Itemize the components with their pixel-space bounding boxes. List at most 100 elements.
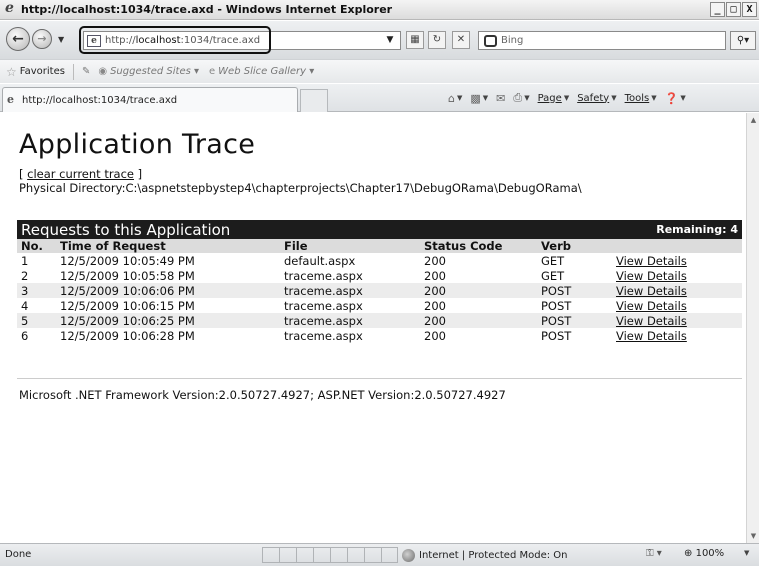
page-title: Application Trace [19,129,256,160]
cell-no: 4 [21,298,29,313]
favorites-bar: ☆ Favorites ✎ ◉ Suggested Sites ▾ e Web Sl… [0,59,759,83]
favorites-item-web-slice-gallery[interactable]: e Web Slice Gallery ▾ [209,66,314,77]
help-icon: ❓ [664,91,679,105]
framework-version: Microsoft .NET Framework Version:2.0.507… [19,388,506,402]
minimize-button[interactable]: _ [710,2,725,17]
remaining-count: Remaining: 4 [656,223,738,236]
tab-trace[interactable]: e http://localhost:1034/trace.axd [2,87,298,112]
cell-verb: POST [537,313,612,328]
address-dropdown-button[interactable]: ▼ [383,32,397,48]
security-zone[interactable]: Internet | Protected Mode: On [402,547,567,563]
print-button[interactable]: ⎙ ▼ [513,91,529,105]
cell-time: 12/5/2009 10:05:49 PM [60,253,195,268]
clear-current-trace-link[interactable]: clear current trace [27,167,134,181]
status-bar: Done Internet | Protected Mode: On ⚿ ▾ ⊕… [0,543,759,566]
view-details-link[interactable]: View Details [616,314,687,328]
cell-time: 12/5/2009 10:06:25 PM [56,313,280,328]
maximize-button[interactable]: □ [726,2,741,17]
cell-file: traceme.aspx [284,268,363,283]
view-details-link[interactable]: View Details [616,284,687,298]
zoom-level[interactable]: ⊕ 100% [684,548,724,559]
status-pane [313,547,330,563]
status-pane [296,547,313,563]
view-details-link[interactable]: View Details [616,269,687,283]
cell-status: 200 [424,328,446,343]
address-highlight-box [79,26,271,54]
requests-table: No. Time of Request File Status Code Ver… [17,239,742,343]
title-bar: e http://localhost:1034/trace.axd - Wind… [0,0,759,20]
cell-verb: POST [537,283,612,298]
command-bar: ⌂ ▼ ▩ ▼ ✉ ⎙ ▼ Page ▼ Safety ▼ Tools ▼ ❓ ▼ [448,91,686,105]
status-pane [364,547,381,563]
close-button[interactable]: X [742,2,757,17]
page-content: Application Trace [ clear current trace … [0,113,746,543]
physical-directory-value: C:\aspnetstepbystep4\chapterprojects\Cha… [125,181,582,195]
tab-page-icon: e [7,93,14,106]
help-button[interactable]: ❓ ▼ [665,92,686,105]
cell-file: traceme.aspx [284,328,363,343]
tab-bar: e http://localhost:1034/trace.axd ⌂ ▼ ▩ ▼ … [0,84,759,112]
cell-no: 1 [21,253,29,268]
table-row: 3 12/5/2009 10:06:06 PM traceme.aspx 200… [17,283,742,298]
status-pane [279,547,296,563]
scroll-down-icon[interactable]: ▼ [748,530,759,542]
favorites-item-suggested-sites[interactable]: ◉ Suggested Sites ▾ [98,66,199,77]
tools-menu[interactable]: Tools ▼ [625,93,657,104]
back-button[interactable]: ← [6,27,30,51]
zoom-dropdown-icon[interactable]: ▼ [744,549,749,557]
column-header: File [280,239,420,253]
favorites-separator [72,63,74,80]
feeds-icon: ▩ [470,91,481,105]
vertical-scrollbar[interactable]: ▲ ▼ [746,113,759,543]
view-details-link[interactable]: View Details [616,254,687,268]
bing-icon [484,34,497,47]
requests-header: Requests to this Application Remaining: … [17,220,742,239]
feeds-button[interactable]: ▩ ▼ [470,92,488,105]
favorites-button[interactable]: Favorites [20,66,65,77]
mail-button[interactable]: ✉ [496,92,505,105]
cell-file: default.aspx [284,253,356,268]
table-header-row: No. Time of Request File Status Code Ver… [17,239,742,253]
clear-trace-line: [ clear current trace ] [19,167,143,181]
web-slice-icon: e [209,66,216,77]
status-pane [381,547,398,563]
cell-file: traceme.aspx [280,313,420,328]
divider [17,378,742,379]
forward-button[interactable]: → [32,29,52,49]
new-tab-button[interactable] [300,89,328,112]
search-box[interactable]: Bing [478,31,726,50]
print-icon: ⎙ [513,91,523,104]
home-button[interactable]: ⌂ ▼ [448,92,462,105]
cell-no: 6 [21,328,29,343]
refresh-icon[interactable]: ↻ [428,31,446,49]
stop-icon[interactable]: ✕ [452,31,470,49]
recent-pages-dropdown[interactable]: ▼ [58,35,64,44]
table-row: 4 12/5/2009 10:06:15 PM traceme.aspx 200… [17,298,742,313]
cell-status: 200 [424,298,446,313]
safety-menu[interactable]: Safety ▼ [577,93,616,104]
scroll-up-icon[interactable]: ▲ [748,114,759,126]
search-button[interactable]: ⚲▾ [730,31,756,50]
add-to-favorites-bar-icon[interactable]: ✎ [82,66,90,77]
globe-icon [402,548,415,562]
page-menu[interactable]: Page ▼ [538,93,570,104]
cell-no: 3 [17,283,56,298]
cell-file: traceme.aspx [280,283,420,298]
status-pane [347,547,364,563]
table-row: 2 12/5/2009 10:05:58 PM traceme.aspx 200… [17,268,742,283]
column-header: No. [17,239,56,253]
zoom-icon: ⊕ [684,548,693,559]
favorites-star-icon[interactable]: ☆ [6,65,17,79]
protected-mode-icon[interactable]: ⚿ ▾ [646,548,662,559]
view-details-link[interactable]: View Details [616,329,687,343]
cell-file: traceme.aspx [284,298,363,313]
view-details-link[interactable]: View Details [616,299,687,313]
cell-status: 200 [424,268,446,283]
column-header [612,239,742,253]
compatibility-view-icon[interactable]: ▦ [406,31,424,49]
cell-no: 2 [21,268,29,283]
cell-verb: POST [541,298,572,313]
cell-time: 12/5/2009 10:05:58 PM [60,268,195,283]
status-panes [262,547,398,563]
physical-directory: Physical Directory:C:\aspnetstepbystep4\… [19,181,582,195]
